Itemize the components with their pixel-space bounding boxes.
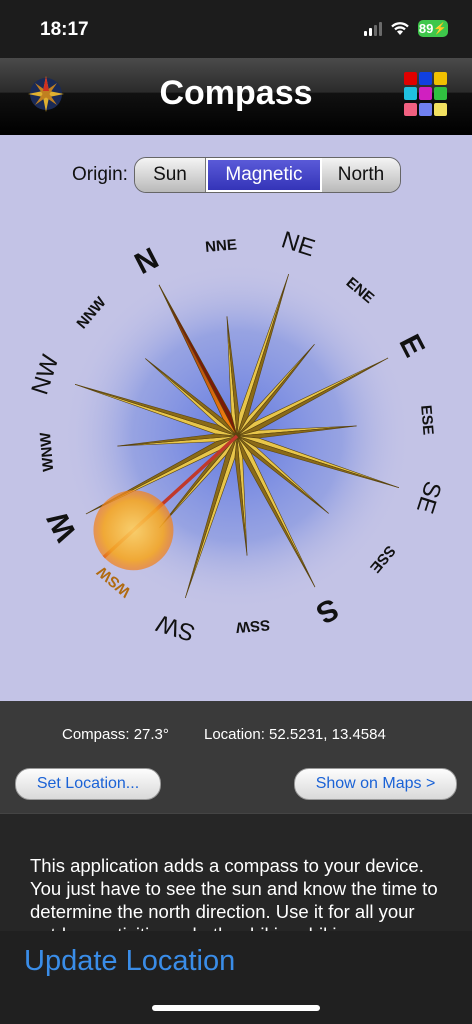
direction-label-s: S xyxy=(311,591,344,630)
page-title: Compass xyxy=(159,74,313,112)
origin-segmented-control: Sun Magnetic North xyxy=(133,157,401,193)
direction-label-ne: NE xyxy=(278,226,318,262)
direction-label-sw: SW xyxy=(153,609,198,647)
battery-level: 89 xyxy=(418,21,434,36)
origin-label: Origin: xyxy=(72,164,128,185)
grid-color-cell xyxy=(434,72,447,85)
direction-label-ssw: SSW xyxy=(234,616,270,636)
wifi-icon xyxy=(391,22,409,35)
info-panel: Compass: 27.3° Location: 52.5231, 13.458… xyxy=(0,701,472,813)
battery-icon: 89 ⚡ xyxy=(418,20,448,37)
grid-color-cell xyxy=(404,72,417,85)
direction-label-nne: NNE xyxy=(205,236,238,256)
direction-label-ese: ESE xyxy=(417,404,436,435)
origin-selector: Origin: Sun Magnetic North xyxy=(72,157,401,193)
direction-label-n: N xyxy=(130,242,164,281)
grid-color-cell xyxy=(419,72,432,85)
grid-color-cell xyxy=(404,102,417,116)
navigation-bar: Compass xyxy=(0,58,472,135)
direction-label-nw: NW xyxy=(26,351,64,398)
grid-color-cell xyxy=(419,102,432,116)
compass-reading: Compass: 27.3° xyxy=(62,726,169,743)
status-indicators: 89 ⚡ xyxy=(364,20,448,37)
direction-label-e: E xyxy=(392,329,431,362)
direction-label-se: SE xyxy=(411,478,446,517)
compass-panel: N NNE NE ENE E ESE SE SSE S SSW SW WSW W WNW NW NNW Ori… xyxy=(0,135,472,701)
color-grid-icon[interactable] xyxy=(404,72,448,116)
show-on-maps-button[interactable]: Show on Maps > xyxy=(294,768,457,800)
home-indicator[interactable] xyxy=(152,1005,320,1011)
grid-color-cell xyxy=(434,87,447,101)
status-time: 18:17 xyxy=(40,19,89,40)
description-panel[interactable]: This application adds a compass to your … xyxy=(0,813,472,932)
direction-label-wnw: WNW xyxy=(37,431,57,472)
origin-sun-option[interactable]: Sun xyxy=(134,158,206,192)
grid-color-cell xyxy=(419,87,432,101)
status-bar: 18:17 89 ⚡ xyxy=(0,0,472,58)
origin-north-option[interactable]: North xyxy=(321,158,400,192)
grid-color-cell xyxy=(404,87,417,101)
compass-rose: N NNE NEENEEESESESSESSSWSWWSWWWNWNWNNW xyxy=(26,226,446,647)
origin-magnetic-option[interactable]: Magnetic xyxy=(205,158,322,192)
set-location-button[interactable]: Set Location... xyxy=(15,768,161,800)
direction-label-w: W xyxy=(41,505,84,546)
sun-icon xyxy=(93,490,174,571)
update-location-button[interactable]: Update Location xyxy=(24,945,235,978)
grid-color-cell xyxy=(434,102,447,116)
description-text: This application adds a compass to your … xyxy=(30,855,438,932)
location-reading: Location: 52.5231, 13.4584 xyxy=(204,726,386,743)
cellular-signal-icon xyxy=(364,21,382,36)
